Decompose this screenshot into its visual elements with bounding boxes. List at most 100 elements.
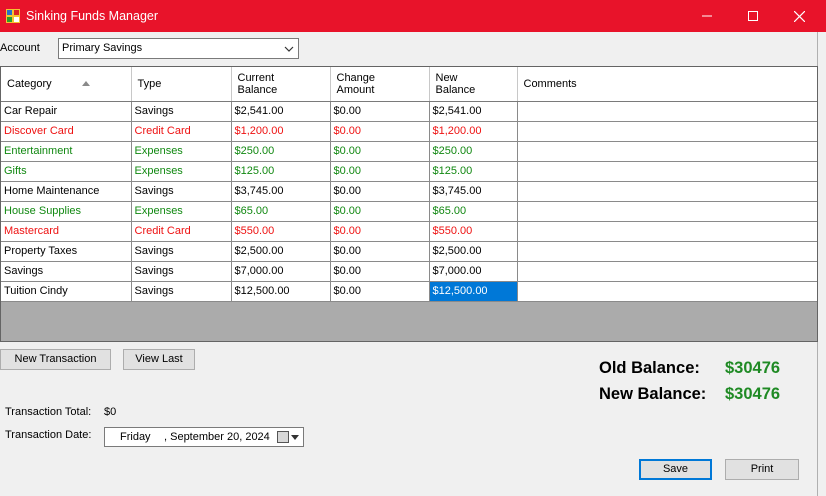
- cell-type[interactable]: Credit Card: [131, 221, 232, 242]
- save-button[interactable]: Save: [639, 459, 712, 480]
- cell-new[interactable]: $65.00: [429, 201, 518, 222]
- column-header-category[interactable]: Category: [1, 67, 132, 102]
- transaction-total-value: $0: [104, 406, 117, 418]
- cell-comments[interactable]: [517, 241, 817, 262]
- cell-category[interactable]: House Supplies: [1, 201, 132, 222]
- header-row: Category Type Current Balance Change Amoun…: [1, 67, 817, 102]
- cell-current[interactable]: $2,541.00: [231, 101, 331, 122]
- cell-new[interactable]: $250.00: [429, 141, 518, 162]
- column-header-comments[interactable]: Comments: [517, 67, 817, 102]
- cell-type[interactable]: Savings: [131, 241, 232, 262]
- cell-current[interactable]: $7,000.00: [231, 261, 331, 282]
- new-balance-label: New Balance:: [599, 385, 707, 403]
- table-row[interactable]: Tuition Cindy Savings $12,500.00 $0.00 $12,5…: [1, 281, 817, 302]
- cell-comments[interactable]: [517, 261, 817, 282]
- cell-new[interactable]: $1,200.00: [429, 121, 518, 142]
- calendar-icon[interactable]: [277, 431, 289, 443]
- sort-ascending-icon: [81, 81, 90, 87]
- cell-current[interactable]: $3,745.00: [231, 181, 331, 202]
- date-day: Friday: [120, 431, 151, 443]
- cell-comments[interactable]: [517, 281, 817, 302]
- cell-new[interactable]: $7,000.00: [429, 261, 518, 282]
- table-row[interactable]: Car Repair Savings $2,541.00 $0.00 $2,541.00: [1, 101, 817, 122]
- maximize-icon: [748, 11, 758, 21]
- cell-type[interactable]: Savings: [131, 181, 232, 202]
- cell-change[interactable]: $0.00: [330, 201, 430, 222]
- cell-new[interactable]: $3,745.00: [429, 181, 518, 202]
- cell-current[interactable]: $550.00: [231, 221, 331, 242]
- cell-category[interactable]: Property Taxes: [1, 241, 132, 262]
- cell-type[interactable]: Expenses: [131, 141, 232, 162]
- cell-change[interactable]: $0.00: [330, 121, 430, 142]
- cell-change[interactable]: $0.00: [330, 241, 430, 262]
- table-row[interactable]: House Supplies Expenses $65.00 $0.00 $65.00: [1, 201, 817, 222]
- maximize-button[interactable]: [730, 0, 776, 32]
- cell-current[interactable]: $2,500.00: [231, 241, 331, 262]
- new-transaction-button[interactable]: New Transaction: [0, 349, 111, 370]
- cell-comments[interactable]: [517, 141, 817, 162]
- cell-category[interactable]: Savings: [1, 261, 132, 282]
- cell-new[interactable]: $12,500.00: [429, 281, 518, 302]
- cell-new[interactable]: $2,541.00: [429, 101, 518, 122]
- table-row[interactable]: Property Taxes Savings $2,500.00 $0.00 $2,50…: [1, 241, 817, 262]
- account-combobox[interactable]: Primary Savings: [58, 38, 299, 59]
- cell-category[interactable]: Gifts: [1, 161, 132, 182]
- cell-type[interactable]: Expenses: [131, 201, 232, 222]
- view-last-button[interactable]: View Last: [123, 349, 195, 370]
- cell-change[interactable]: $0.00: [330, 281, 430, 302]
- table-row[interactable]: Discover Card Credit Card $1,200.00 $0.00 $1…: [1, 121, 817, 142]
- cell-change[interactable]: $0.00: [330, 141, 430, 162]
- cell-comments[interactable]: [517, 101, 817, 122]
- minimize-button[interactable]: [684, 0, 730, 32]
- table-row[interactable]: Home Maintenance Savings $3,745.00 $0.00 $3,…: [1, 181, 817, 202]
- transaction-date-picker[interactable]: Friday , September 20, 2024: [104, 427, 304, 447]
- cell-current[interactable]: $12,500.00: [231, 281, 331, 302]
- close-button[interactable]: [776, 0, 822, 32]
- cell-current[interactable]: $250.00: [231, 141, 331, 162]
- cell-comments[interactable]: [517, 181, 817, 202]
- cell-new[interactable]: $2,500.00: [429, 241, 518, 262]
- cell-category[interactable]: Home Maintenance: [1, 181, 132, 202]
- minimize-icon: [702, 15, 712, 17]
- column-header-new-balance[interactable]: New Balance: [429, 67, 518, 102]
- cell-new[interactable]: $550.00: [429, 221, 518, 242]
- cell-type[interactable]: Expenses: [131, 161, 232, 182]
- close-icon: [793, 10, 805, 22]
- window-title: Sinking Funds Manager: [26, 9, 159, 23]
- cell-change[interactable]: $0.00: [330, 101, 430, 122]
- cell-comments[interactable]: [517, 221, 817, 242]
- dropdown-arrow-icon[interactable]: [291, 435, 299, 440]
- account-label: Account: [0, 42, 40, 54]
- title-bar[interactable]: Sinking Funds Manager: [0, 0, 826, 32]
- transaction-total-label: Transaction Total:: [5, 406, 92, 418]
- cell-comments[interactable]: [517, 121, 817, 142]
- cell-type[interactable]: Credit Card: [131, 121, 232, 142]
- cell-change[interactable]: $0.00: [330, 181, 430, 202]
- cell-category[interactable]: Mastercard: [1, 221, 132, 242]
- table-row[interactable]: Entertainment Expenses $250.00 $0.00 $250.00: [1, 141, 817, 162]
- cell-type[interactable]: Savings: [131, 101, 232, 122]
- cell-category[interactable]: Discover Card: [1, 121, 132, 142]
- cell-change[interactable]: $0.00: [330, 161, 430, 182]
- cell-current[interactable]: $1,200.00: [231, 121, 331, 142]
- column-header-current-balance[interactable]: Current Balance: [231, 67, 331, 102]
- funds-grid[interactable]: Category Type Current Balance Change Amoun…: [0, 66, 818, 342]
- cell-new[interactable]: $125.00: [429, 161, 518, 182]
- cell-comments[interactable]: [517, 161, 817, 182]
- cell-category[interactable]: Tuition Cindy: [1, 281, 132, 302]
- table-row[interactable]: Savings Savings $7,000.00 $0.00 $7,000.00: [1, 261, 817, 282]
- table-row[interactable]: Mastercard Credit Card $550.00 $0.00 $550.00: [1, 221, 817, 242]
- cell-current[interactable]: $125.00: [231, 161, 331, 182]
- cell-comments[interactable]: [517, 201, 817, 222]
- cell-change[interactable]: $0.00: [330, 221, 430, 242]
- column-header-type[interactable]: Type: [131, 67, 232, 102]
- cell-type[interactable]: Savings: [131, 281, 232, 302]
- table-row[interactable]: Gifts Expenses $125.00 $0.00 $125.00: [1, 161, 817, 182]
- column-header-change-amount[interactable]: Change Amount: [330, 67, 430, 102]
- cell-category[interactable]: Entertainment: [1, 141, 132, 162]
- cell-category[interactable]: Car Repair: [1, 101, 132, 122]
- cell-type[interactable]: Savings: [131, 261, 232, 282]
- print-button[interactable]: Print: [725, 459, 799, 480]
- cell-current[interactable]: $65.00: [231, 201, 331, 222]
- cell-change[interactable]: $0.00: [330, 261, 430, 282]
